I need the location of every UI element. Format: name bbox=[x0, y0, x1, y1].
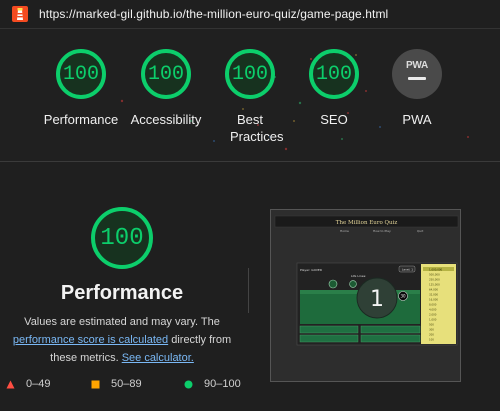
score-ring: 100 bbox=[141, 49, 191, 99]
prize-ladder-item: 200 bbox=[429, 333, 434, 337]
score-summary: 100 Performance 100 Accessibility 100 Be… bbox=[0, 29, 500, 161]
page-url-link[interactable]: https://marked-gil.github.io/the-million… bbox=[39, 7, 388, 21]
site-title: The Million Euro Quiz bbox=[336, 220, 398, 226]
pwa-badge-bar bbox=[408, 77, 426, 80]
prize-ladder-item: 16,000 bbox=[429, 298, 438, 302]
nav-home: Home bbox=[340, 229, 349, 233]
legend-pass-range: 90–100 bbox=[204, 378, 241, 390]
score-value: 100 bbox=[147, 62, 184, 86]
score-value: 100 bbox=[315, 62, 352, 86]
prize-ladder-item: 1,000,000 bbox=[429, 268, 443, 272]
page-screenshot-thumbnail[interactable]: The Million Euro Quiz Home How to Play Q… bbox=[270, 209, 461, 382]
performance-score-value: 100 bbox=[100, 224, 144, 252]
legend-fail-range: 0–49 bbox=[26, 378, 51, 390]
lifelines-label: Life Lines: bbox=[351, 274, 366, 278]
score-ring: 100 bbox=[225, 49, 275, 99]
triangle-icon bbox=[6, 380, 15, 388]
prize-ladder-item: 1,000 bbox=[429, 318, 437, 322]
gauge-accessibility[interactable]: 100 Accessibility bbox=[128, 49, 204, 128]
section-divider bbox=[0, 161, 500, 162]
prize-ladder-item: 4,000 bbox=[429, 308, 437, 312]
legend-average: 50–89 bbox=[91, 378, 142, 390]
score-value: 100 bbox=[231, 62, 268, 86]
vertical-divider bbox=[248, 268, 249, 313]
nav-quit: Quit bbox=[417, 229, 424, 233]
score-value: 100 bbox=[62, 62, 99, 86]
score-ring: 100 bbox=[56, 49, 106, 99]
pwa-badge-text: PWA bbox=[406, 60, 428, 71]
player-label: Player: GOVER bbox=[300, 268, 322, 272]
timer-value: 1 bbox=[370, 287, 384, 312]
performance-title: Performance bbox=[60, 282, 184, 304]
desc-prefix: Values are estimated and may vary. The bbox=[24, 316, 220, 328]
legend-fail: 0–49 bbox=[6, 378, 50, 390]
gauge-label: Performance bbox=[43, 112, 119, 127]
small-score: 30 bbox=[400, 294, 406, 299]
level-badge: Level: 1 bbox=[402, 267, 413, 271]
score-ring: 100 bbox=[309, 49, 359, 99]
prize-ladder-item: 32,000 bbox=[429, 293, 438, 297]
gauge-label: Accessibility bbox=[130, 112, 202, 127]
circle-icon bbox=[184, 380, 193, 388]
prize-ladder-item: 64,000 bbox=[429, 288, 438, 292]
gauge-label: PWA bbox=[402, 112, 432, 127]
square-icon bbox=[91, 380, 100, 388]
prize-ladder-item: 125,000 bbox=[429, 283, 440, 287]
legend-average-range: 50–89 bbox=[111, 378, 142, 390]
prize-ladder-item: 250,000 bbox=[429, 278, 440, 282]
performance-score-gauge: 100 bbox=[91, 207, 153, 269]
nav-how-to-play: How to Play bbox=[373, 229, 391, 233]
prize-ladder-item: 100 bbox=[429, 338, 434, 342]
score-calculated-link[interactable]: performance score is calculated bbox=[13, 334, 168, 346]
see-calculator-link[interactable]: See calculator. bbox=[122, 352, 194, 364]
report-header: https://marked-gil.github.io/the-million… bbox=[0, 0, 500, 29]
gauge-pwa[interactable]: PWA PWA bbox=[379, 49, 455, 128]
performance-description: Values are estimated and may vary. The p… bbox=[10, 313, 234, 367]
final-screenshot-image: The Million Euro Quiz Home How to Play Q… bbox=[271, 210, 460, 381]
gauge-seo[interactable]: 100 SEO bbox=[296, 49, 372, 128]
gauge-label: SEO bbox=[320, 112, 348, 127]
gauge-best-practices[interactable]: 100 Best Practices bbox=[212, 49, 288, 145]
score-legend: 0–49 50–89 90–100 bbox=[0, 378, 260, 392]
gauge-label: Best Practices bbox=[230, 112, 284, 144]
legend-pass: 90–100 bbox=[184, 378, 241, 390]
pwa-badge-icon: PWA bbox=[392, 49, 442, 99]
lighthouse-icon bbox=[12, 6, 28, 22]
prize-ladder-item: 300 bbox=[429, 328, 434, 332]
prize-ladder-item: 2,000 bbox=[429, 313, 437, 317]
prize-ladder-item: 500,000 bbox=[429, 273, 440, 277]
gauge-performance[interactable]: 100 Performance bbox=[43, 49, 119, 128]
prize-ladder-item: 500 bbox=[429, 323, 434, 327]
prize-ladder-item: 8,000 bbox=[429, 303, 437, 307]
